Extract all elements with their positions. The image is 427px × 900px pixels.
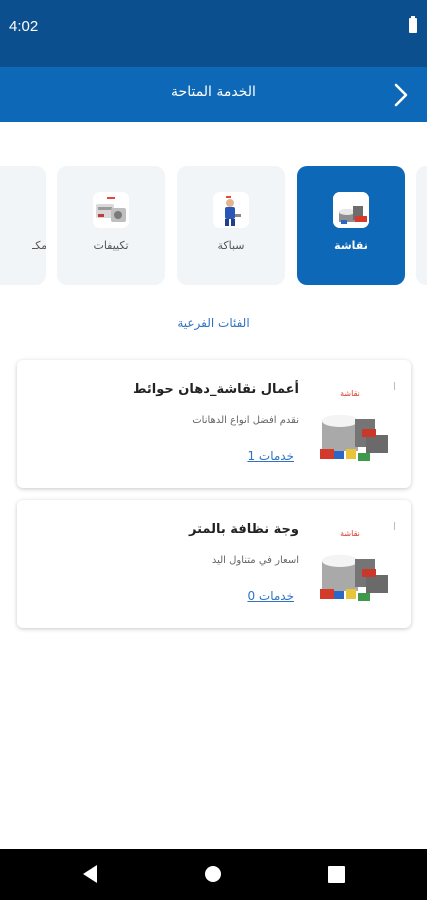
category-carousel[interactable]: نقاشة سباكة تكييفات مكـ xyxy=(0,166,427,286)
subcategories-title: الفئات الفرعية xyxy=(177,316,250,330)
paint-cans-image: نقاشة xyxy=(310,521,394,607)
category-label: سباكة xyxy=(217,239,245,252)
services-count-link[interactable]: 0 خدمات xyxy=(247,589,294,603)
plumber-icon xyxy=(213,192,249,228)
chevron-right-icon xyxy=(394,83,408,107)
app-bar: الخدمة المتاحة xyxy=(0,67,427,122)
subcategory-card[interactable]: نقاشة أعمال نقاشة_دهان حوائط نقدم افضل ا… xyxy=(17,360,411,488)
subcategory-title: وجة نظافة بالمتر xyxy=(189,522,299,537)
category-card-partial[interactable] xyxy=(416,166,427,285)
subcategory-description: اسعار في متناول اليد xyxy=(211,555,299,566)
category-card-painting[interactable]: نقاشة xyxy=(297,166,405,285)
nav-back-button[interactable] xyxy=(79,863,101,885)
back-button[interactable] xyxy=(381,75,421,115)
back-icon xyxy=(83,865,97,883)
category-card-plumbing[interactable]: سباكة xyxy=(177,166,285,285)
page-title: الخدمة المتاحة xyxy=(171,84,256,100)
subcategory-title: أعمال نقاشة_دهان حوائط xyxy=(133,382,299,397)
subcategory-card[interactable]: نقاشة وجة نظافة بالمتر اسعار في متناول ا… xyxy=(17,500,411,628)
recents-icon xyxy=(327,865,345,883)
thumb-label: نقاشة xyxy=(340,389,360,398)
category-card-ac[interactable]: تكييفات xyxy=(57,166,165,285)
category-card-partial-left[interactable]: مكـ xyxy=(0,166,46,285)
status-bar: 4:02 xyxy=(0,0,427,67)
nav-recents-button[interactable] xyxy=(325,863,347,885)
paint-cans-icon xyxy=(333,192,369,228)
category-label: مكـ xyxy=(32,239,46,252)
paint-cans-image: نقاشة xyxy=(310,381,394,467)
navigation-bar xyxy=(0,849,427,900)
home-icon xyxy=(205,866,221,882)
thumb-label: نقاشة xyxy=(340,529,360,538)
status-time: 4:02 xyxy=(9,18,39,35)
category-label: نقاشة xyxy=(334,239,368,252)
subcategory-description: نقدم افضل انواع الدهانات xyxy=(192,415,299,426)
category-label: تكييفات xyxy=(93,239,129,252)
battery-icon xyxy=(409,16,417,33)
air-conditioner-icon xyxy=(93,192,129,228)
services-count-link[interactable]: 1 خدمات xyxy=(247,449,294,463)
nav-home-button[interactable] xyxy=(202,863,224,885)
